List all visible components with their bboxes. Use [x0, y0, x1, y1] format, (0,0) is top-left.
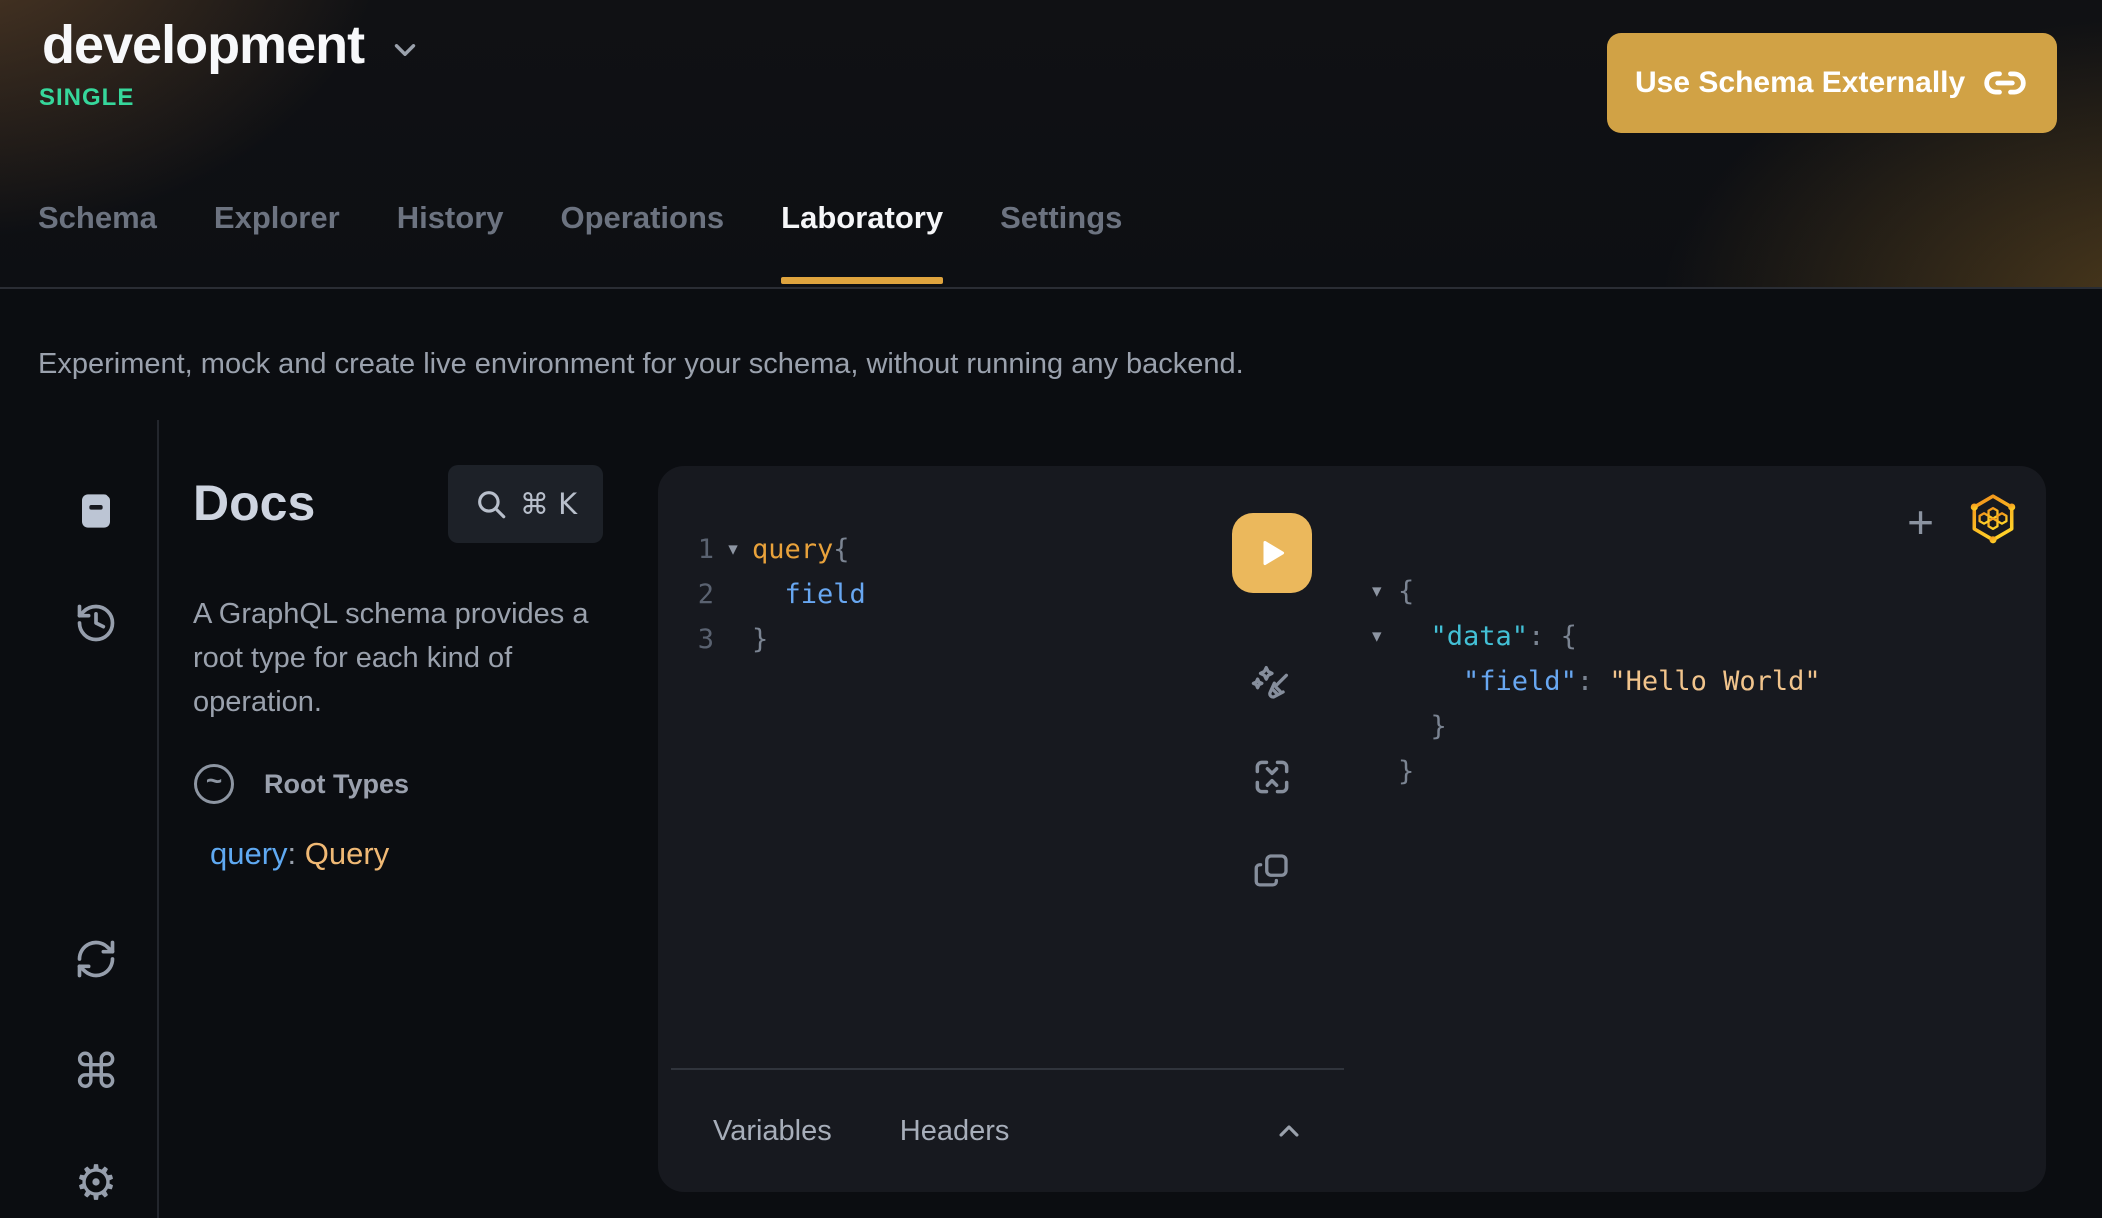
sidebar-item-history[interactable] — [66, 593, 126, 653]
editor-toolbar — [1232, 513, 1312, 891]
code-token: { — [833, 527, 849, 572]
search-button[interactable]: ⌘ K — [448, 465, 603, 543]
code-token: "data" — [1431, 614, 1529, 659]
sidebar-item-shortcuts[interactable]: ⌘ — [66, 1042, 126, 1102]
fold-spacer — [714, 572, 752, 617]
response-line: ▾ "data": { — [1372, 614, 2046, 659]
tab-laboratory[interactable]: Laboratory — [781, 200, 943, 284]
settings-gear-icon: ⚙ — [74, 1159, 117, 1207]
sidebar-item-refetch-schema[interactable] — [66, 929, 126, 989]
chevron-down-icon[interactable] — [388, 33, 422, 67]
prettify-button[interactable] — [1249, 659, 1295, 705]
fold-arrow-icon[interactable]: ▾ — [714, 527, 752, 572]
chevron-up-icon — [1270, 1112, 1308, 1150]
copy-query-button[interactable] — [1251, 849, 1293, 891]
code-token: "field" — [1463, 659, 1577, 704]
code-token: "Hello World" — [1609, 659, 1820, 704]
response-viewer: ▾{▾ "data": { "field": "Hello World" }} — [1344, 466, 2046, 794]
merge-fragments-button[interactable] — [1250, 755, 1294, 799]
code-token: : — [1528, 614, 1561, 659]
tab-variables[interactable]: Variables — [713, 1115, 832, 1148]
tab-operations[interactable]: Operations — [561, 200, 725, 284]
docs-title: Docs — [193, 474, 315, 532]
search-shortcut-label: ⌘ K — [520, 487, 577, 521]
response-pane: ▾{▾ "data": { "field": "Hello World" }} — [1344, 466, 2046, 1192]
project-type-badge: SINGLE — [39, 84, 134, 112]
play-icon — [1255, 536, 1289, 570]
sidebar-item-settings[interactable]: ⚙ — [66, 1153, 126, 1213]
editor-footer: Variables Headers — [658, 1070, 1344, 1192]
code-token: { — [1398, 569, 1414, 614]
refresh-schema-icon — [74, 937, 118, 981]
prettify-icon — [1249, 659, 1295, 705]
sidebar-divider — [157, 420, 159, 1218]
code-token: query — [752, 527, 833, 572]
response-line: ▾{ — [1372, 569, 2046, 614]
use-schema-externally-label: Use Schema Externally — [1635, 66, 1965, 100]
response-line: } — [1372, 704, 2046, 749]
tab-bar: Schema Explorer History Operations Labor… — [38, 200, 1122, 284]
code-token: { — [1561, 614, 1577, 659]
response-line: "field": "Hello World" — [1372, 659, 2046, 704]
line-number: 3 — [658, 617, 714, 662]
graphiql-card: + — [658, 466, 2046, 1192]
execute-query-button[interactable] — [1232, 513, 1312, 593]
root-type-query-row[interactable]: query: Query — [210, 836, 389, 872]
root-types-label: Root Types — [264, 769, 409, 800]
docs-book-icon — [75, 490, 117, 532]
root-types-header: ~ Root Types — [194, 764, 409, 804]
response-line: } — [1372, 749, 2046, 794]
sidebar-item-docs[interactable] — [66, 481, 126, 541]
query-editor-pane: 1▾query{2 field 3} — [658, 466, 1344, 1192]
root-type-field-name: query — [210, 836, 288, 871]
line-number: 2 — [658, 572, 714, 617]
use-schema-externally-button[interactable]: Use Schema Externally — [1607, 33, 2057, 133]
fold-spacer — [714, 617, 752, 662]
page-description: Experiment, mock and create live environ… — [38, 348, 1244, 381]
link-icon — [1983, 61, 2027, 105]
docs-description: A GraphQL schema provides a root type fo… — [193, 592, 645, 724]
keyboard-shortcuts-icon: ⌘ — [72, 1048, 120, 1096]
tab-headers[interactable]: Headers — [900, 1115, 1010, 1148]
code-token: : — [1577, 659, 1610, 704]
code-token: field — [752, 572, 866, 617]
copy-icon — [1251, 849, 1293, 891]
root-type-separator: : — [288, 836, 305, 871]
fold-arrow-icon[interactable]: ▾ — [1372, 569, 1398, 614]
fold-spacer — [1372, 749, 1398, 794]
code-token: } — [1398, 749, 1414, 794]
tab-explorer[interactable]: Explorer — [214, 200, 340, 284]
fold-spacer — [1372, 704, 1398, 749]
page-header: development SINGLE Use Schema Externally… — [0, 0, 2102, 289]
code-token — [1398, 659, 1463, 704]
fold-arrow-icon[interactable]: ▾ — [1372, 614, 1398, 659]
tab-settings[interactable]: Settings — [1000, 200, 1122, 284]
collapse-footer-button[interactable] — [1270, 1112, 1308, 1150]
root-types-icon: ~ — [194, 764, 234, 804]
search-icon — [474, 487, 508, 521]
history-icon — [74, 601, 118, 645]
merge-icon — [1250, 755, 1294, 799]
tab-history[interactable]: History — [397, 200, 504, 284]
code-token: } — [1398, 704, 1447, 749]
tab-schema[interactable]: Schema — [38, 200, 157, 284]
fold-spacer — [1372, 659, 1398, 704]
line-number: 1 — [658, 527, 714, 572]
code-token — [1398, 614, 1431, 659]
code-token: } — [752, 617, 768, 662]
page-title: development — [42, 14, 364, 76]
root-type-link[interactable]: Query — [305, 836, 389, 871]
